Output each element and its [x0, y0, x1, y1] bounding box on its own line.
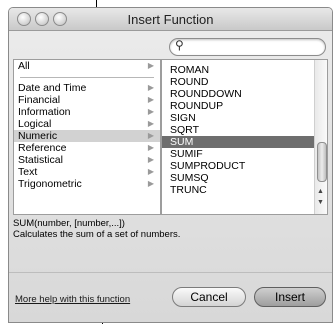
insert-function-dialog: Insert Function ⚲ All ▶ Date and Time ▶ …	[8, 7, 333, 323]
category-label: Trigonometric	[18, 178, 82, 190]
category-label: All	[18, 60, 30, 72]
category-item-numeric[interactable]: Numeric ▶	[14, 130, 160, 142]
function-item-trunc[interactable]: TRUNC	[162, 184, 327, 196]
category-label: Numeric	[18, 130, 58, 142]
category-label: Financial	[18, 94, 61, 106]
search-input[interactable]	[188, 40, 317, 55]
search-icon: ⚲	[175, 38, 184, 52]
title-bar: Insert Function	[9, 8, 332, 31]
category-item-information[interactable]: Information ▶	[14, 106, 160, 118]
category-label: Reference	[18, 142, 67, 154]
category-item-date-and-time[interactable]: Date and Time ▶	[14, 82, 160, 94]
search-field[interactable]: ⚲	[169, 38, 326, 56]
function-signature: SUM(number, [number,...])	[13, 218, 125, 229]
category-separator	[20, 77, 154, 78]
chevron-right-icon: ▶	[147, 167, 154, 176]
chevron-right-icon: ▶	[147, 107, 154, 116]
chevron-right-icon: ▶	[147, 155, 154, 164]
category-label: Information	[18, 106, 71, 118]
function-item-sumsq[interactable]: SUMSQ	[162, 172, 327, 184]
category-label: Logical	[18, 118, 52, 130]
category-label: Date and Time	[18, 82, 87, 94]
category-item-reference[interactable]: Reference ▶	[14, 142, 160, 154]
function-list: ROMAN ROUND ROUNDDOWN ROUNDUP SIGN SQRT …	[161, 59, 328, 215]
category-item-text[interactable]: Text ▶	[14, 166, 160, 178]
chevron-right-icon: ▶	[147, 119, 154, 128]
category-label: Text	[18, 166, 38, 178]
category-item-trigonometric[interactable]: Trigonometric ▶	[14, 178, 160, 190]
function-item-sum[interactable]: SUM	[162, 136, 327, 148]
function-item-roman[interactable]: ROMAN	[162, 64, 327, 76]
function-list-scrollbar[interactable]: ▲ ▼	[314, 60, 327, 214]
more-help-link[interactable]: More help with this function	[15, 294, 130, 305]
chevron-right-icon: ▶	[147, 143, 154, 152]
category-item-logical[interactable]: Logical ▶	[14, 118, 160, 130]
function-description: SUM(number, [number,...]) Calculates the…	[13, 218, 323, 240]
category-list: All ▶ Date and Time ▶ Financial ▶ Inform…	[13, 59, 161, 215]
function-item-round[interactable]: ROUND	[162, 76, 327, 88]
category-item-statistical[interactable]: Statistical ▶	[14, 154, 160, 166]
function-item-sumif[interactable]: SUMIF	[162, 148, 327, 160]
function-item-rounddown[interactable]: ROUNDDOWN	[162, 88, 327, 100]
chevron-right-icon: ▶	[147, 131, 154, 140]
function-item-sqrt[interactable]: SQRT	[162, 124, 327, 136]
insert-button[interactable]: Insert	[254, 287, 326, 307]
function-item-sumproduct[interactable]: SUMPRODUCT	[162, 160, 327, 172]
scroll-down-arrow-icon[interactable]: ▼	[317, 199, 324, 206]
category-label: Statistical	[18, 154, 63, 166]
chevron-right-icon: ▶	[147, 61, 154, 70]
category-item-financial[interactable]: Financial ▶	[14, 94, 160, 106]
chevron-right-icon: ▶	[147, 83, 154, 92]
scroll-up-arrow-icon[interactable]: ▲	[317, 188, 324, 195]
window-title: Insert Function	[127, 12, 214, 27]
chevron-right-icon: ▶	[147, 179, 154, 188]
category-item-all[interactable]: All ▶	[14, 60, 160, 72]
chevron-right-icon: ▶	[147, 95, 154, 104]
function-item-sign[interactable]: SIGN	[162, 112, 327, 124]
function-item-roundup[interactable]: ROUNDUP	[162, 100, 327, 112]
footer-divider	[9, 272, 332, 273]
cancel-button[interactable]: Cancel	[172, 287, 246, 307]
function-description-text: Calculates the sum of a set of numbers.	[13, 229, 181, 240]
scrollbar-thumb[interactable]	[317, 142, 327, 182]
